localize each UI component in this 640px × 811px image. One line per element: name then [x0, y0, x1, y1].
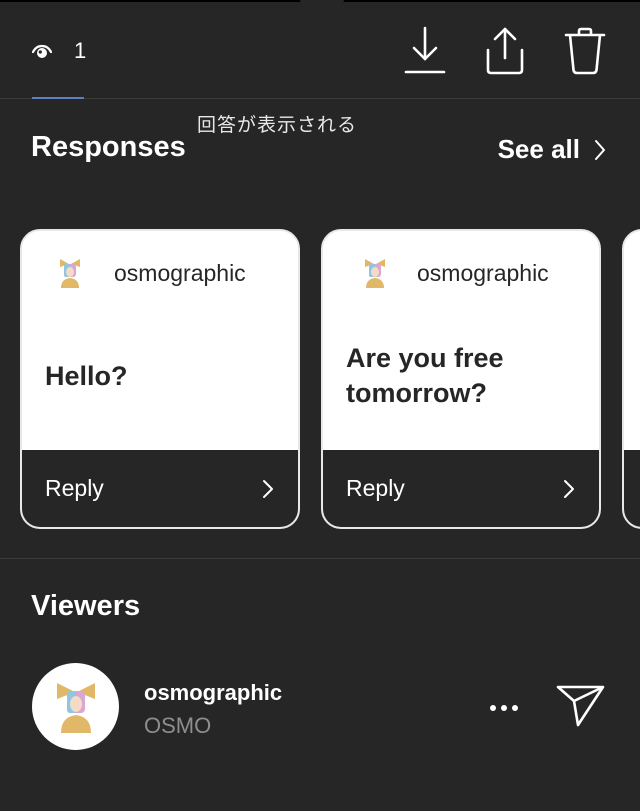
share-icon	[486, 27, 524, 75]
active-tab-indicator	[32, 97, 84, 99]
see-all-button[interactable]: See all	[498, 134, 606, 165]
chevron-right-icon	[263, 479, 273, 498]
story-insights-header: 1	[0, 0, 640, 99]
reply-label: Reply	[346, 475, 405, 501]
header-actions	[404, 26, 606, 76]
avatar-icon	[60, 259, 80, 288]
viewer-avatar[interactable]	[32, 663, 119, 750]
response-author: osmographic	[52, 255, 246, 291]
download-button[interactable]	[404, 26, 446, 76]
reply-button[interactable]: Reply	[323, 450, 599, 527]
see-all-label: See all	[497, 134, 580, 164]
eye-icon	[32, 44, 52, 58]
reply-button[interactable]	[624, 450, 640, 527]
responses-carousel[interactable]: osmographic Hello? Reply osmographic Are…	[20, 229, 640, 529]
avatar-icon	[365, 259, 385, 288]
response-message: Hello?	[45, 361, 128, 391]
response-author: osmographic	[357, 255, 549, 291]
responses-title: Responses	[31, 131, 186, 163]
response-username: osmographic	[417, 259, 549, 286]
response-card-body: osmographic Are you free tomorrow?	[323, 231, 599, 450]
viewer-username[interactable]: osmographic	[144, 680, 282, 706]
viewer-full-name: OSMO	[144, 713, 212, 738]
response-card-body: osmographic Hello?	[22, 231, 298, 450]
response-card-body	[624, 231, 640, 450]
chevron-right-icon	[564, 479, 574, 498]
caption-overlay: 回答が表示される	[197, 115, 358, 136]
reply-label: Reply	[45, 475, 104, 501]
trash-icon	[564, 27, 606, 75]
response-message: Are you free tomorrow?	[346, 343, 504, 408]
response-username: osmographic	[114, 259, 246, 286]
response-card[interactable]: osmographic Are you free tomorrow? Reply	[321, 229, 601, 529]
viewer-list-item[interactable]: osmographic OSMO	[32, 663, 612, 751]
share-button[interactable]	[484, 26, 526, 76]
views-tab[interactable]: 1	[32, 38, 86, 64]
download-icon	[404, 26, 446, 74]
viewers-title: Viewers	[31, 590, 141, 622]
more-options-button[interactable]	[484, 693, 524, 723]
view-count: 1	[74, 38, 87, 63]
section-divider	[0, 558, 640, 559]
avatar-icon	[56, 682, 95, 733]
response-card-partial[interactable]	[622, 229, 640, 529]
chevron-right-icon	[595, 139, 605, 160]
delete-button[interactable]	[564, 26, 606, 76]
more-horizontal-icon	[490, 705, 518, 711]
response-card[interactable]: osmographic Hello? Reply	[20, 229, 300, 529]
send-message-icon[interactable]	[556, 681, 606, 731]
reply-button[interactable]: Reply	[22, 450, 298, 527]
